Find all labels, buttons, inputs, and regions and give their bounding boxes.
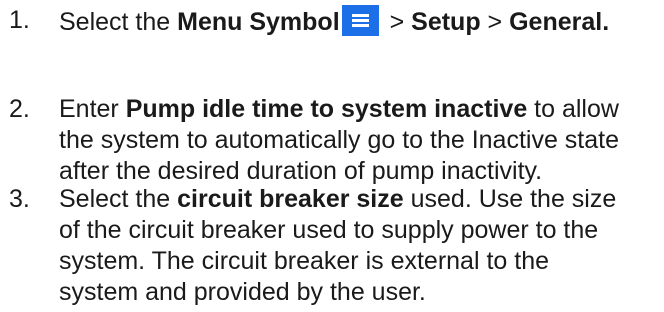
- step-line: system. The circuit breaker is external …: [59, 247, 550, 275]
- step-text-plain: Select the: [59, 185, 178, 213]
- circuit-breaker-size-label: circuit breaker size: [177, 185, 404, 213]
- step-text-plain: Enter: [59, 95, 126, 123]
- step-text-plain: used. Use the size: [403, 185, 617, 213]
- step-text: Enter Pump idle time to system inactive …: [59, 94, 619, 187]
- step-line: system and provided by the user.: [59, 278, 426, 306]
- step-text: Select the Menu Symbol > Setup > General…: [59, 5, 609, 36]
- menu-symbol-label: Menu Symbol: [177, 8, 340, 36]
- hamburger-menu-icon: [341, 5, 379, 36]
- setup-label: Setup: [411, 8, 481, 36]
- step-text-plain: Select the: [59, 8, 178, 36]
- step-line: Select the circuit breaker size used. Us…: [59, 184, 616, 215]
- step-number: 3.: [9, 185, 30, 213]
- step-line: the system to automatically go to the In…: [59, 126, 620, 154]
- step-line: after the desired duration of pump inact…: [59, 157, 543, 185]
- step-line: Enter Pump idle time to system inactive …: [59, 94, 619, 125]
- step-number: 2.: [9, 95, 30, 123]
- instruction-steps: 1. Select the Menu Symbol > Setup > Gene…: [0, 0, 664, 312]
- general-label: General.: [509, 8, 610, 36]
- separator: >: [382, 8, 412, 36]
- separator: >: [480, 8, 510, 36]
- step-line: Select the Menu Symbol > Setup > General…: [59, 5, 609, 36]
- step-text: Select the circuit breaker size used. Us…: [59, 184, 616, 308]
- step-text-plain: to allow: [527, 95, 619, 123]
- step-line: of the circuit breaker used to supply po…: [59, 216, 599, 244]
- step-number: 1.: [9, 6, 30, 34]
- pump-idle-time-label: Pump idle time to system inactive: [125, 95, 528, 123]
